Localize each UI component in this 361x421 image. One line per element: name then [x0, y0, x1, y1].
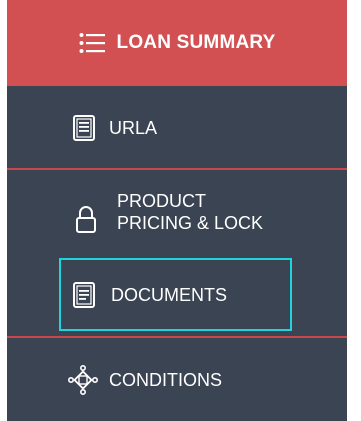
nav-item-urla-label: URLA [109, 118, 158, 138]
nav-item-label-line-1: PRODUCT [117, 191, 206, 211]
loan-sidebar-nav: LOAN SUMMARY URLA PRODUCT PRICING & LOCK [7, 0, 347, 421]
loan-summary-header[interactable]: LOAN SUMMARY [7, 0, 347, 86]
documents-focus-highlight [59, 258, 292, 331]
nav-item-product-pricing-lock[interactable]: PRODUCT PRICING & LOCK [7, 170, 347, 254]
nav-item-urla[interactable]: URLA [7, 88, 347, 168]
list-icon [79, 29, 105, 57]
nav-item-product-pricing-lock-label: PRODUCT PRICING & LOCK [117, 190, 263, 234]
nav-item-label-line-2: PRICING & LOCK [117, 213, 264, 233]
document-list-icon [71, 114, 97, 142]
lock-icon [73, 206, 99, 234]
loan-summary-label: LOAN SUMMARY [116, 32, 276, 53]
conditions-icon [67, 364, 99, 396]
nav-item-conditions[interactable]: CONDITIONS [7, 338, 347, 421]
nav-item-conditions-label: CONDITIONS [109, 369, 223, 390]
